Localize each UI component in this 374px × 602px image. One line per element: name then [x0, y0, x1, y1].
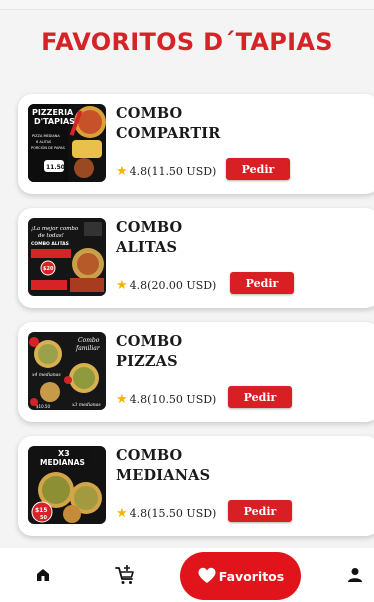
order-button[interactable]: Pedir — [228, 500, 292, 522]
bottom-navigation: Favoritos — [0, 548, 374, 602]
combo-name: COMBO ALITAS — [116, 219, 183, 256]
star-icon: ★ — [116, 164, 128, 179]
combo-name: COMBO PIZZAS — [116, 333, 183, 370]
heart-icon — [197, 566, 219, 587]
combo-compartir-image: PIZZERIA D'TAPIAS PIZZA MEDIANA 6 ALITAS… — [28, 104, 106, 182]
rating-price: ★ 4.8(10.50 USD) — [116, 392, 217, 407]
rating-price: ★ 4.8(15.50 USD) — [116, 506, 217, 521]
svg-text:X3: X3 — [58, 449, 70, 458]
combo-alitas-image: ¡La mejor combo de todas! COMBO ALITAS $… — [28, 218, 106, 296]
svg-text:$10.50: $10.50 — [36, 404, 50, 409]
nav-profile-button[interactable] — [340, 562, 370, 592]
top-divider — [0, 0, 374, 10]
svg-text:$15: $15 — [35, 507, 48, 514]
cart-add-icon — [114, 564, 136, 590]
favorite-card-compartir[interactable]: PIZZERIA D'TAPIAS PIZZA MEDIANA 6 ALITAS… — [18, 94, 374, 194]
svg-text:MEDIANAS: MEDIANAS — [40, 458, 85, 467]
order-button[interactable]: Pedir — [230, 272, 294, 294]
combo-medianas-image: X3 MEDIANAS $15 50 — [28, 446, 106, 524]
svg-text:50: 50 — [40, 515, 47, 521]
svg-text:¡La mejor combo: ¡La mejor combo — [31, 226, 79, 232]
favorite-card-alitas[interactable]: ¡La mejor combo de todas! COMBO ALITAS $… — [18, 208, 374, 308]
nav-favorites-button[interactable]: Favoritos — [180, 552, 301, 600]
person-icon — [347, 567, 363, 587]
svg-text:de todas!: de todas! — [38, 233, 64, 239]
svg-text:D'TAPIAS: D'TAPIAS — [34, 117, 75, 126]
svg-text:x4 medianas: x4 medianas — [32, 372, 61, 378]
home-icon — [35, 567, 51, 587]
favorites-label: Favoritos — [218, 568, 285, 584]
svg-text:6 ALITAS: 6 ALITAS — [36, 140, 52, 144]
page-title: FAVORITOS D´TAPIAS — [41, 28, 333, 56]
svg-text:PIZZERIA: PIZZERIA — [32, 108, 74, 117]
svg-text:PIZZA MEDIANA: PIZZA MEDIANA — [32, 134, 60, 138]
combo-name: COMBO MEDIANAS — [116, 447, 211, 484]
svg-text:x3 medianas: x3 medianas — [72, 402, 101, 408]
combo-name: COMBO COMPARTIR — [116, 105, 221, 142]
nav-cart-button[interactable] — [110, 562, 140, 592]
rating-price: ★ 4.8(20.00 USD) — [116, 278, 217, 293]
order-button[interactable]: Pedir — [228, 386, 292, 408]
favorite-card-pizzas[interactable]: Combo familiar x4 medianas x3 medianas $… — [18, 322, 374, 422]
svg-text:COMBO ALITAS: COMBO ALITAS — [31, 241, 69, 247]
nav-home-button[interactable] — [28, 562, 58, 592]
favorite-card-medianas[interactable]: X3 MEDIANAS $15 50 COMBO MEDIANAS ★ 4.8(… — [18, 436, 374, 536]
svg-text:familiar: familiar — [75, 345, 101, 352]
order-button[interactable]: Pedir — [226, 158, 290, 180]
star-icon: ★ — [116, 506, 128, 521]
svg-text:$20: $20 — [43, 266, 54, 272]
svg-text:PORCIÓN DE PAPAS: PORCIÓN DE PAPAS — [31, 145, 66, 150]
star-icon: ★ — [116, 278, 128, 293]
svg-text:11.50: 11.50 — [46, 164, 65, 171]
svg-text:Combo: Combo — [78, 337, 100, 344]
rating-price: ★ 4.8(11.50 USD) — [116, 164, 217, 179]
combo-pizzas-image: Combo familiar x4 medianas x3 medianas $… — [28, 332, 106, 410]
star-icon: ★ — [116, 392, 128, 407]
